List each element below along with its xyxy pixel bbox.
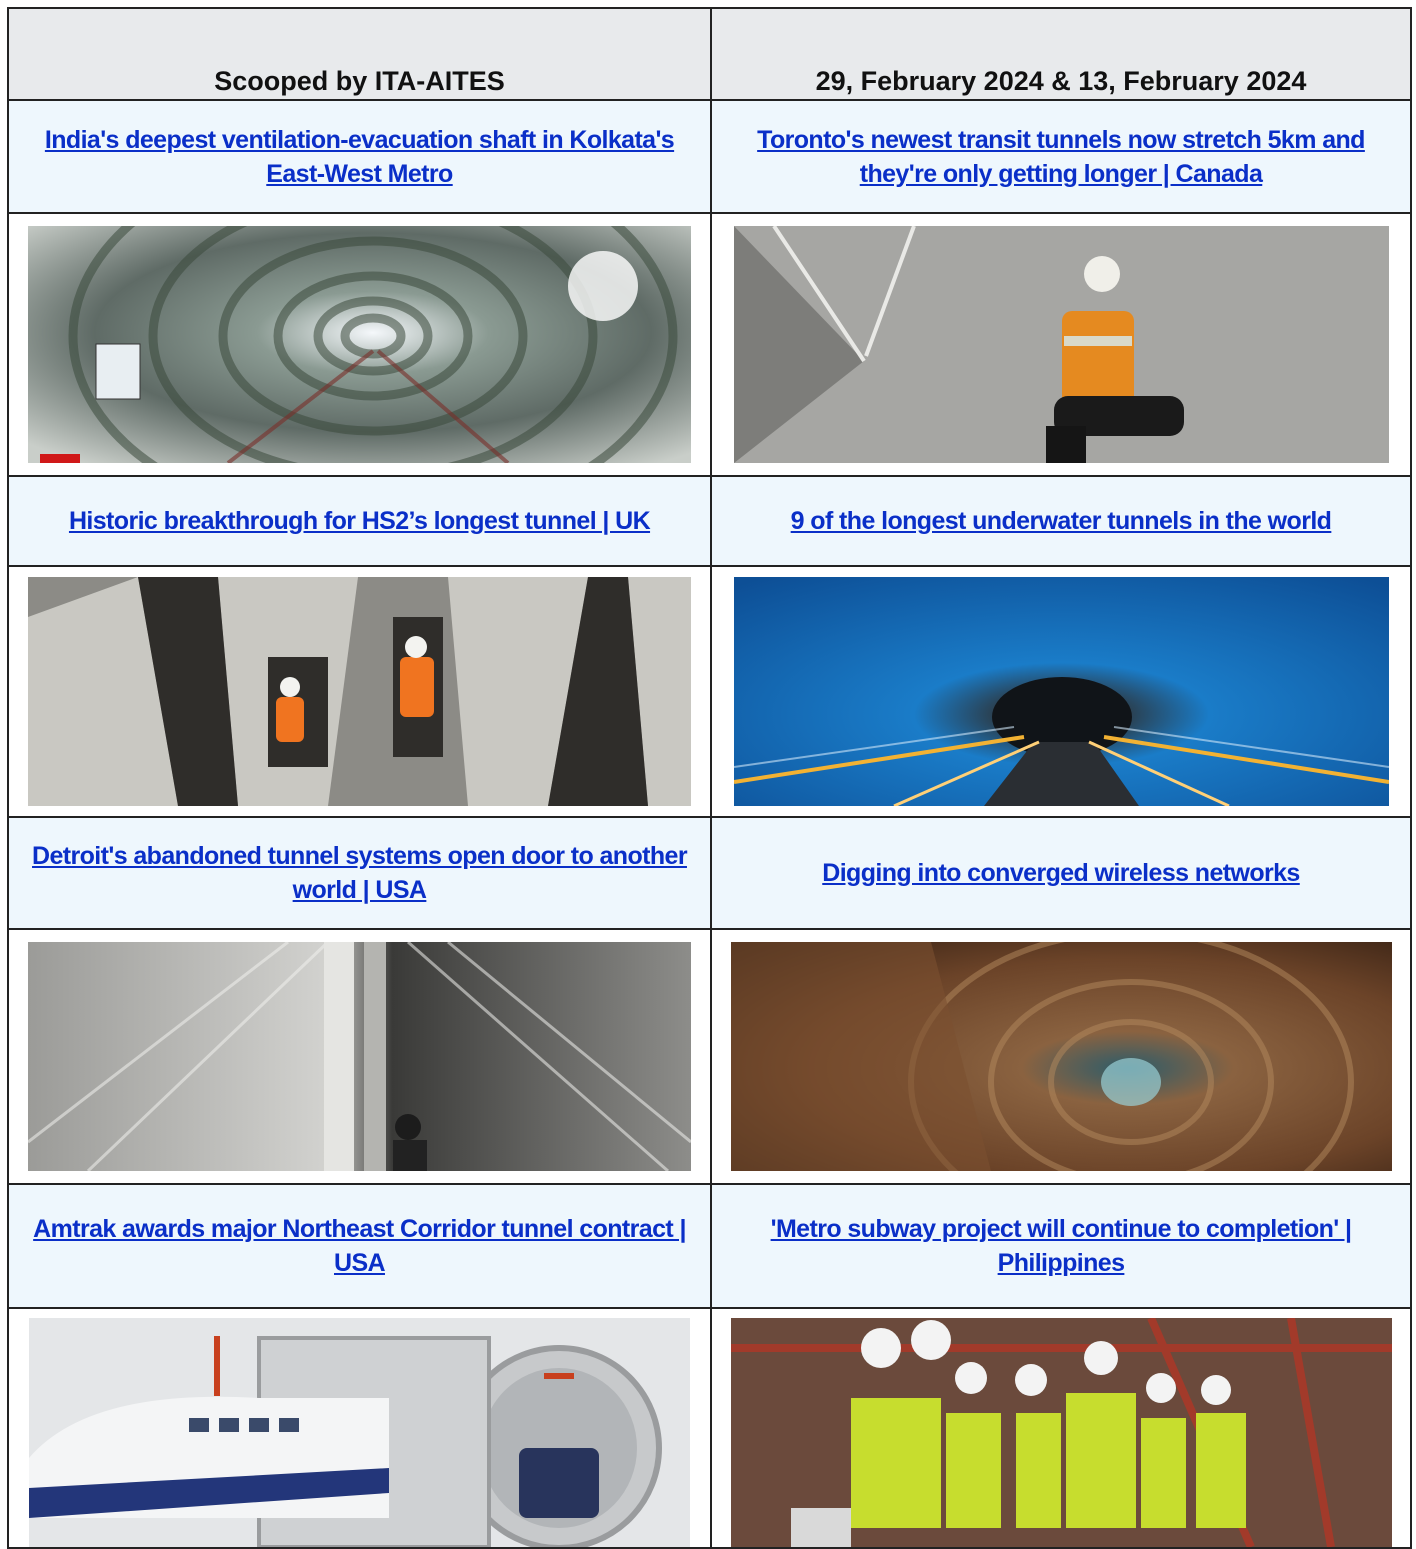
article-link-4[interactable]: 9 of the longest underwater tunnels in t… xyxy=(791,507,1332,535)
article-link-1[interactable]: India's deepest ventilation-evacuation s… xyxy=(45,126,675,188)
header-right: 29, February 2024 & 13, February 2024 xyxy=(710,7,1412,101)
header-row: Scooped by ITA-AITES 29, February 2024 &… xyxy=(7,7,1412,101)
article-image-7[interactable] xyxy=(29,1318,690,1547)
article-link-2[interactable]: Toronto's newest transit tunnels now str… xyxy=(757,126,1365,188)
title-row: Detroit's abandoned tunnel systems open … xyxy=(7,816,1412,930)
header-left: Scooped by ITA-AITES xyxy=(7,7,712,101)
article-link-8[interactable]: 'Metro subway project will continue to c… xyxy=(771,1215,1352,1277)
article-link-5[interactable]: Detroit's abandoned tunnel systems open … xyxy=(32,842,688,904)
article-link-6[interactable]: Digging into converged wireless networks xyxy=(822,859,1300,887)
news-table: Scooped by ITA-AITES 29, February 2024 &… xyxy=(7,7,1412,1549)
image-row xyxy=(7,565,1412,818)
article-image-2[interactable] xyxy=(733,226,1389,463)
article-image-3[interactable] xyxy=(28,577,691,806)
article-image-4[interactable] xyxy=(733,577,1389,806)
image-row xyxy=(7,1307,1412,1549)
image-row xyxy=(7,928,1412,1185)
article-link-3[interactable]: Historic breakthrough for HS2’s longest … xyxy=(69,507,651,535)
article-image-1[interactable] xyxy=(28,226,691,463)
article-image-8[interactable] xyxy=(730,1318,1392,1547)
title-row: Historic breakthrough for HS2’s longest … xyxy=(7,475,1412,567)
article-image-5[interactable] xyxy=(28,942,691,1171)
article-link-7[interactable]: Amtrak awards major Northeast Corridor t… xyxy=(33,1215,686,1277)
article-image-6[interactable] xyxy=(730,942,1392,1171)
title-row: India's deepest ventilation-evacuation s… xyxy=(7,99,1412,214)
image-row xyxy=(7,212,1412,477)
title-row: Amtrak awards major Northeast Corridor t… xyxy=(7,1183,1412,1309)
